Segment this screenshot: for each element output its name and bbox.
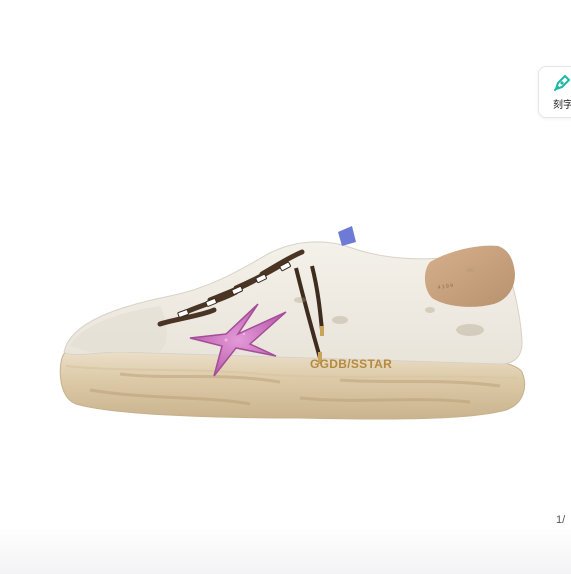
- engrave-button[interactable]: 刻字: [538, 66, 571, 118]
- product-image[interactable]: 4 1 9 9 GGDB/SSTAR: [0, 0, 571, 574]
- engrave-pen-icon: [554, 75, 570, 91]
- product-gallery[interactable]: 4 1 9 9 GGDB/SSTAR 刻字 1/: [0, 0, 571, 574]
- brand-print: GGDB/SSTAR: [310, 357, 392, 371]
- bottom-fade: [0, 528, 571, 574]
- page-indicator: 1/: [556, 514, 566, 526]
- heel-tab: [424, 245, 515, 307]
- engrave-button-label: 刻字: [553, 100, 571, 111]
